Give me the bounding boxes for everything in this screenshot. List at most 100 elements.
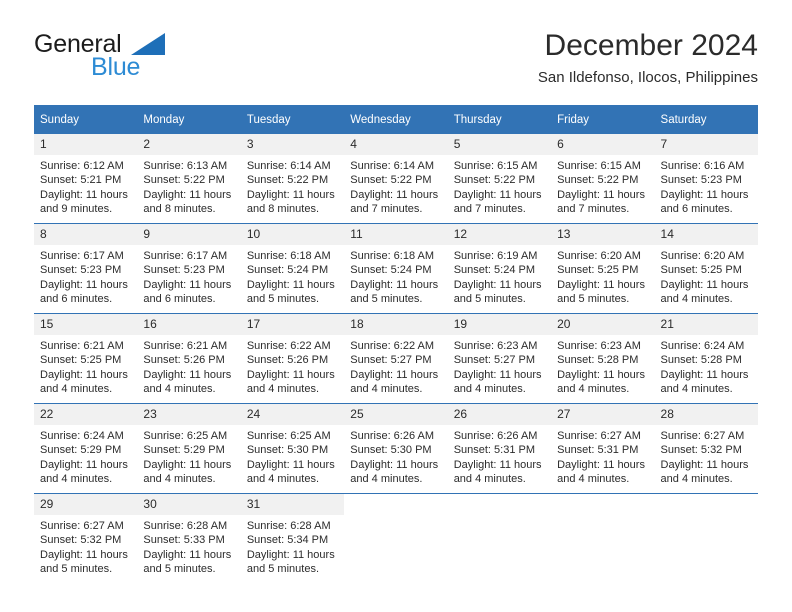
calendar-day-cell[interactable]: 3 Sunrise: 6:14 AM Sunset: 5:22 PM Dayli…	[240, 134, 345, 224]
day-detail: Sunrise: 6:21 AM Sunset: 5:25 PM Dayligh…	[34, 335, 137, 396]
calendar-day-cell[interactable]: 9 Sunrise: 6:17 AM Sunset: 5:23 PM Dayli…	[137, 223, 241, 314]
calendar-day-cell[interactable]: 18 Sunrise: 6:22 AM Sunset: 5:27 PM Dayl…	[344, 313, 448, 404]
daylight-text: Daylight: 11 hours and 4 minutes.	[557, 458, 645, 485]
day-number: 2	[137, 134, 241, 155]
sunset-text: Sunset: 5:28 PM	[557, 354, 639, 367]
sunrise-text: Sunrise: 6:13 AM	[143, 160, 228, 172]
daylight-text: Daylight: 11 hours and 4 minutes.	[350, 458, 439, 485]
calendar-day-cell[interactable]: 29 Sunrise: 6:27 AM Sunset: 5:32 PM Dayl…	[34, 493, 138, 583]
calendar-day-cell[interactable]: 25 Sunrise: 6:26 AM Sunset: 5:30 PM Dayl…	[344, 403, 448, 494]
daylight-text: Daylight: 11 hours and 7 minutes.	[350, 188, 439, 215]
day-detail: Sunrise: 6:28 AM Sunset: 5:34 PM Dayligh…	[241, 515, 344, 576]
calendar-day-cell[interactable]: 15 Sunrise: 6:21 AM Sunset: 5:25 PM Dayl…	[34, 313, 138, 404]
calendar-day-cell[interactable]: 21 Sunrise: 6:24 AM Sunset: 5:28 PM Dayl…	[654, 313, 758, 404]
day-number	[447, 494, 552, 515]
daylight-text: Daylight: 11 hours and 5 minutes.	[350, 278, 439, 305]
daylight-text: Daylight: 11 hours and 4 minutes.	[453, 458, 542, 485]
calendar-day-cell[interactable]: 10 Sunrise: 6:18 AM Sunset: 5:24 PM Dayl…	[240, 223, 345, 314]
day-detail: Sunrise: 6:18 AM Sunset: 5:24 PM Dayligh…	[344, 245, 447, 306]
day-number: 5	[447, 134, 552, 155]
calendar-day-cell-empty	[447, 493, 552, 583]
calendar-day-cell[interactable]: 27 Sunrise: 6:27 AM Sunset: 5:31 PM Dayl…	[551, 403, 655, 494]
calendar-body: 1 Sunrise: 6:12 AM Sunset: 5:21 PM Dayli…	[34, 134, 758, 583]
calendar-table: Sunday Monday Tuesday Wednesday Thursday…	[34, 105, 758, 583]
calendar-day-cell[interactable]: 24 Sunrise: 6:25 AM Sunset: 5:30 PM Dayl…	[240, 403, 345, 494]
day-number: 27	[551, 404, 655, 425]
sunset-text: Sunset: 5:30 PM	[246, 444, 329, 457]
day-detail: Sunrise: 6:25 AM Sunset: 5:30 PM Dayligh…	[241, 425, 344, 486]
day-detail: Sunrise: 6:16 AM Sunset: 5:23 PM Dayligh…	[655, 155, 758, 216]
day-detail: Sunrise: 6:13 AM Sunset: 5:22 PM Dayligh…	[137, 155, 240, 216]
day-number: 4	[344, 134, 448, 155]
weekday-header-saturday: Saturday	[654, 105, 758, 134]
day-number: 18	[344, 314, 448, 335]
day-number: 17	[240, 314, 345, 335]
daylight-text: Daylight: 11 hours and 4 minutes.	[660, 368, 749, 395]
calendar-day-cell[interactable]: 1 Sunrise: 6:12 AM Sunset: 5:21 PM Dayli…	[34, 134, 138, 224]
weekday-header-tuesday: Tuesday	[240, 105, 345, 134]
calendar-day-cell[interactable]: 8 Sunrise: 6:17 AM Sunset: 5:23 PM Dayli…	[34, 223, 138, 314]
sunrise-text: Sunrise: 6:27 AM	[557, 430, 641, 442]
daylight-text: Daylight: 11 hours and 4 minutes.	[660, 278, 749, 305]
sunset-text: Sunset: 5:22 PM	[350, 174, 432, 187]
calendar-day-cell[interactable]: 31 Sunrise: 6:28 AM Sunset: 5:34 PM Dayl…	[240, 493, 345, 583]
sunset-text: Sunset: 5:33 PM	[143, 534, 225, 547]
sunrise-text: Sunrise: 6:21 AM	[40, 340, 124, 352]
calendar-day-cell[interactable]: 2 Sunrise: 6:13 AM Sunset: 5:22 PM Dayli…	[137, 134, 241, 224]
calendar-day-cell[interactable]: 14 Sunrise: 6:20 AM Sunset: 5:25 PM Dayl…	[654, 223, 758, 314]
sunrise-text: Sunrise: 6:15 AM	[453, 160, 538, 172]
daylight-text: Daylight: 11 hours and 5 minutes.	[143, 548, 232, 575]
daylight-text: Daylight: 11 hours and 6 minutes.	[660, 188, 749, 215]
calendar-week-row: 29 Sunrise: 6:27 AM Sunset: 5:32 PM Dayl…	[34, 493, 758, 583]
sunrise-text: Sunrise: 6:23 AM	[557, 340, 641, 352]
general-blue-logo[interactable]: General Blue	[34, 28, 254, 90]
daylight-text: Daylight: 11 hours and 4 minutes.	[453, 368, 542, 395]
calendar-day-cell[interactable]: 5 Sunrise: 6:15 AM Sunset: 5:22 PM Dayli…	[447, 134, 552, 224]
daylight-text: Daylight: 11 hours and 5 minutes.	[453, 278, 542, 305]
day-detail: Sunrise: 6:26 AM Sunset: 5:31 PM Dayligh…	[448, 425, 551, 486]
calendar-day-cell[interactable]: 6 Sunrise: 6:15 AM Sunset: 5:22 PM Dayli…	[551, 134, 655, 224]
calendar-day-cell[interactable]: 11 Sunrise: 6:18 AM Sunset: 5:24 PM Dayl…	[344, 223, 448, 314]
sunset-text: Sunset: 5:23 PM	[143, 264, 225, 277]
day-number	[551, 494, 655, 515]
day-number: 16	[137, 314, 241, 335]
day-detail: Sunrise: 6:22 AM Sunset: 5:27 PM Dayligh…	[344, 335, 447, 396]
day-number: 6	[551, 134, 655, 155]
calendar-day-cell[interactable]: 17 Sunrise: 6:22 AM Sunset: 5:26 PM Dayl…	[240, 313, 345, 404]
calendar-day-cell[interactable]: 26 Sunrise: 6:26 AM Sunset: 5:31 PM Dayl…	[447, 403, 552, 494]
sunset-text: Sunset: 5:27 PM	[350, 354, 432, 367]
day-number: 3	[240, 134, 345, 155]
sunset-text: Sunset: 5:24 PM	[246, 264, 329, 277]
sunrise-text: Sunrise: 6:24 AM	[40, 430, 124, 442]
calendar-day-cell[interactable]: 7 Sunrise: 6:16 AM Sunset: 5:23 PM Dayli…	[654, 134, 758, 224]
day-detail: Sunrise: 6:14 AM Sunset: 5:22 PM Dayligh…	[241, 155, 344, 216]
calendar-day-cell[interactable]: 16 Sunrise: 6:21 AM Sunset: 5:26 PM Dayl…	[137, 313, 241, 404]
daylight-text: Daylight: 11 hours and 4 minutes.	[246, 458, 335, 485]
day-number: 23	[137, 404, 241, 425]
sunset-text: Sunset: 5:29 PM	[40, 444, 122, 457]
calendar-day-cell[interactable]: 13 Sunrise: 6:20 AM Sunset: 5:25 PM Dayl…	[551, 223, 655, 314]
day-number: 14	[654, 224, 758, 245]
day-number: 21	[654, 314, 758, 335]
daylight-text: Daylight: 11 hours and 6 minutes.	[143, 278, 232, 305]
day-number: 8	[34, 224, 138, 245]
day-detail: Sunrise: 6:17 AM Sunset: 5:23 PM Dayligh…	[34, 245, 137, 306]
calendar-day-cell[interactable]: 19 Sunrise: 6:23 AM Sunset: 5:27 PM Dayl…	[447, 313, 552, 404]
calendar-day-cell[interactable]: 22 Sunrise: 6:24 AM Sunset: 5:29 PM Dayl…	[34, 403, 138, 494]
sunrise-text: Sunrise: 6:22 AM	[246, 340, 331, 352]
day-number: 13	[551, 224, 655, 245]
sunrise-text: Sunrise: 6:28 AM	[143, 520, 228, 532]
calendar-day-cell[interactable]: 12 Sunrise: 6:19 AM Sunset: 5:24 PM Dayl…	[447, 223, 552, 314]
day-number: 19	[447, 314, 552, 335]
calendar-day-cell[interactable]: 4 Sunrise: 6:14 AM Sunset: 5:22 PM Dayli…	[344, 134, 448, 224]
day-number: 29	[34, 494, 138, 515]
sunrise-text: Sunrise: 6:18 AM	[350, 250, 435, 262]
day-number: 31	[240, 494, 345, 515]
day-detail: Sunrise: 6:17 AM Sunset: 5:23 PM Dayligh…	[137, 245, 240, 306]
weekday-header-friday: Friday	[551, 105, 655, 134]
calendar-day-cell[interactable]: 20 Sunrise: 6:23 AM Sunset: 5:28 PM Dayl…	[551, 313, 655, 404]
calendar-day-cell[interactable]: 30 Sunrise: 6:28 AM Sunset: 5:33 PM Dayl…	[137, 493, 241, 583]
calendar-day-cell[interactable]: 28 Sunrise: 6:27 AM Sunset: 5:32 PM Dayl…	[654, 403, 758, 494]
sunrise-text: Sunrise: 6:17 AM	[40, 250, 124, 262]
calendar-day-cell[interactable]: 23 Sunrise: 6:25 AM Sunset: 5:29 PM Dayl…	[137, 403, 241, 494]
